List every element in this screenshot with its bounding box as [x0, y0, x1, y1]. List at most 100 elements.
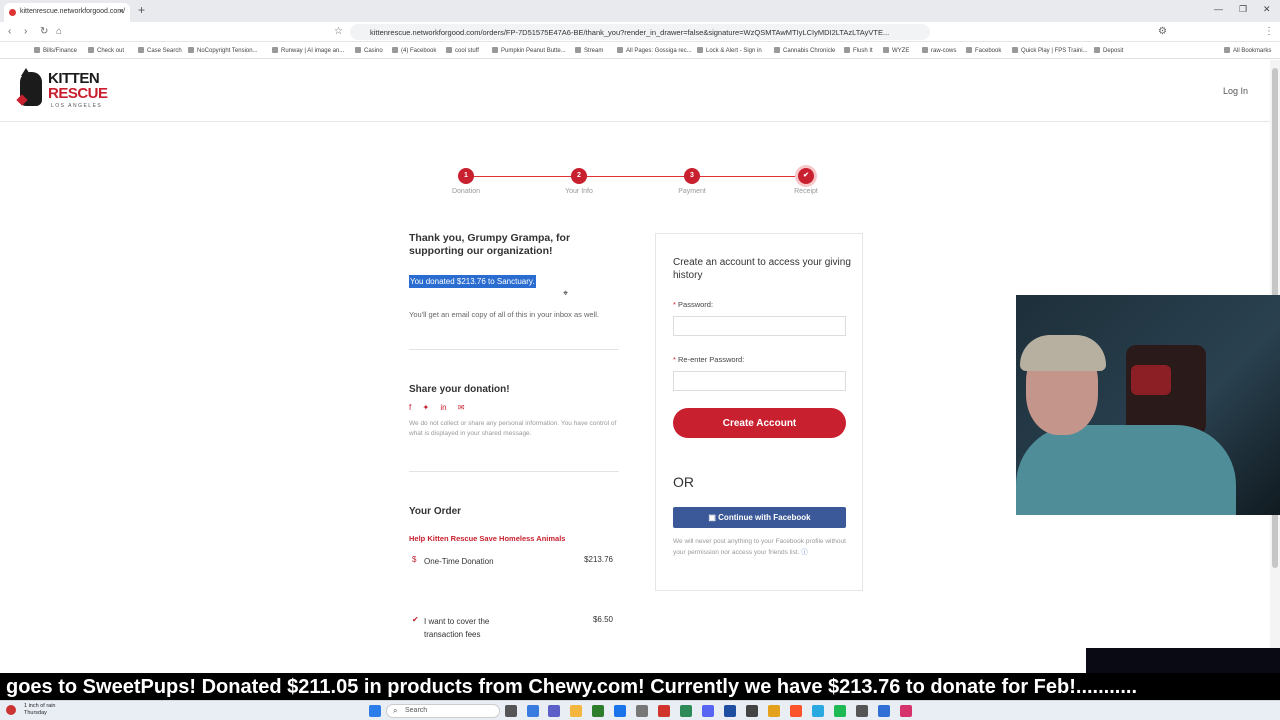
- facebook-note-text: We will never post anything to your Face…: [673, 538, 846, 556]
- bookmark-item[interactable]: NoCopyright Tension...: [188, 47, 258, 54]
- discord-icon[interactable]: [702, 705, 714, 717]
- divider: [409, 349, 619, 350]
- bookmark-item[interactable]: Lock & Alert - Sign in: [697, 47, 762, 54]
- vpn-icon[interactable]: [724, 705, 736, 717]
- chrome-icon[interactable]: [768, 705, 780, 717]
- opera-icon[interactable]: [658, 705, 670, 717]
- bookmark-item[interactable]: All Pages: Gossiga rec...: [617, 47, 692, 54]
- dollar-icon: $: [412, 555, 417, 564]
- browser-tab-bar: kittenrescue.networkforgood.com/ × + — ❐…: [0, 0, 1280, 22]
- file-explorer-icon[interactable]: [570, 705, 582, 717]
- line-item-amount: $6.50: [592, 615, 613, 624]
- bookmark-star-icon[interactable]: ☆: [334, 26, 343, 37]
- app-icon[interactable]: [812, 705, 824, 717]
- bookmark-item[interactable]: Flush It: [844, 47, 873, 54]
- password-field[interactable]: [673, 316, 846, 336]
- reload-icon[interactable]: ↻: [40, 26, 48, 37]
- linkedin-icon[interactable]: in: [440, 403, 446, 412]
- share-privacy-note: We do not collect or share any personal …: [409, 420, 617, 437]
- bookmark-item[interactable]: Stream: [575, 47, 603, 54]
- close-window-icon[interactable]: ✕: [1263, 4, 1271, 15]
- order-line-item: ✔ I want to cover the transaction fees $…: [409, 615, 619, 639]
- share-icons: f ✦ in ✉: [409, 403, 619, 412]
- calculator-icon[interactable]: [746, 705, 758, 717]
- url-input[interactable]: kittenrescue.networkforgood.com/orders/F…: [350, 24, 930, 40]
- step-label: Payment: [678, 188, 706, 195]
- task-view-icon[interactable]: [505, 705, 517, 717]
- settings-icon[interactable]: [636, 705, 648, 717]
- kitten-rescue-logo[interactable]: KITTEN RESCUE LOS ANGELES: [16, 68, 108, 112]
- order-heading: Your Order: [409, 506, 462, 517]
- checkout-steps: 1 Donation 2 Your Info 3 Payment ✔ Recei…: [440, 168, 840, 204]
- step-receipt: ✔ Receipt: [776, 168, 836, 195]
- webcam-person-cap: [1020, 335, 1106, 371]
- forward-icon[interactable]: ›: [24, 26, 27, 37]
- reenter-password-field[interactable]: [673, 371, 846, 391]
- menu-icon[interactable]: ⋮: [1264, 26, 1274, 37]
- facebook-icon[interactable]: f: [409, 403, 411, 412]
- continue-with-facebook-button[interactable]: ▣ Continue with Facebook: [673, 507, 846, 528]
- start-icon[interactable]: [369, 705, 381, 717]
- webcam-overlay: [1016, 295, 1280, 515]
- mouse-cursor-icon: ⌖: [563, 288, 569, 298]
- new-tab-icon[interactable]: +: [138, 3, 145, 17]
- logo-text-line2: RESCUE: [48, 85, 108, 102]
- app-icon[interactable]: [856, 705, 868, 717]
- bookmark-item[interactable]: Deposit: [1094, 47, 1123, 54]
- sheets-icon[interactable]: [680, 705, 692, 717]
- bookmark-item[interactable]: Facebook: [966, 47, 1001, 54]
- twitter-icon[interactable]: ✦: [422, 403, 429, 412]
- weather-line1: 1 inch of rain: [24, 703, 56, 709]
- facebook-privacy-note: We will never post anything to your Face…: [673, 537, 848, 558]
- taskbar-search[interactable]: ⌕ Search: [386, 704, 500, 718]
- minimize-icon[interactable]: —: [1214, 4, 1223, 14]
- stream-ticker: goes to SweetPups! Donated $211.05 in pr…: [0, 673, 1280, 700]
- teams-icon[interactable]: [548, 705, 560, 717]
- bookmark-item[interactable]: (4) Facebook: [392, 47, 436, 54]
- bookmark-item[interactable]: Bills/Finance: [34, 47, 77, 54]
- copilot-icon[interactable]: [527, 705, 539, 717]
- restore-icon[interactable]: ❐: [1239, 4, 1247, 15]
- bookmark-item[interactable]: Check out: [88, 47, 124, 54]
- app-icon[interactable]: [592, 705, 604, 717]
- extensions-icon[interactable]: ⚙: [1158, 26, 1167, 37]
- donation-summary: You donated $213.76 to Sanctuary.: [409, 275, 536, 288]
- logo-text-line3: LOS ANGELES: [51, 103, 103, 109]
- notes-icon[interactable]: [878, 705, 890, 717]
- back-icon[interactable]: ‹: [8, 26, 11, 37]
- line-item-amount: $213.76: [584, 555, 613, 564]
- site-header: KITTEN RESCUE LOS ANGELES Log In: [0, 60, 1270, 122]
- login-link[interactable]: Log In: [1223, 86, 1248, 96]
- mail-icon[interactable]: [614, 705, 626, 717]
- checkmark-icon: ✔: [798, 168, 814, 184]
- bookmark-item[interactable]: Cannabis Chronicle: [774, 47, 835, 54]
- all-bookmarks-button[interactable]: All Bookmarks: [1224, 47, 1271, 54]
- bookmark-item[interactable]: Pumpkin Peanut Butte...: [492, 47, 566, 54]
- email-icon[interactable]: ✉: [458, 403, 465, 412]
- bookmark-item[interactable]: Runway | AI image an...: [272, 47, 344, 54]
- line-item-name: One-Time Donation: [424, 557, 494, 566]
- browser-tab[interactable]: kittenrescue.networkforgood.com/ ×: [4, 3, 130, 22]
- close-tab-icon[interactable]: ×: [119, 6, 124, 16]
- bookmark-item[interactable]: raw-cows: [922, 47, 956, 54]
- bookmark-item[interactable]: WYZE: [883, 47, 909, 54]
- thank-you-heading: Thank you, Grumpy Grampa, for supporting…: [409, 232, 571, 257]
- home-icon[interactable]: ⌂: [56, 26, 62, 37]
- weather-icon[interactable]: [6, 705, 16, 715]
- facebook-button-label: Continue with Facebook: [718, 513, 811, 522]
- help-icon[interactable]: ⓘ: [801, 549, 808, 556]
- or-divider: OR: [673, 474, 694, 490]
- map-pin-icon[interactable]: [900, 705, 912, 717]
- bookmark-item[interactable]: cool stuff: [446, 47, 479, 54]
- bookmark-item[interactable]: Casino: [355, 47, 383, 54]
- bookmark-item[interactable]: Case Search: [138, 47, 182, 54]
- order-campaign: Help Kitten Rescue Save Homeless Animals: [409, 534, 566, 543]
- bookmark-item[interactable]: Quick Play | FPS Traini...: [1012, 47, 1088, 54]
- step-label: Your Info: [565, 188, 593, 195]
- bookmarks-bar: Bills/Finance Check out Case Search NoCopyr…: [0, 42, 1280, 59]
- spotify-icon[interactable]: [834, 705, 846, 717]
- brave-icon[interactable]: [790, 705, 802, 717]
- create-account-button[interactable]: Create Account: [673, 408, 846, 438]
- step-number: 2: [571, 168, 587, 184]
- weather-widget[interactable]: 1 inch of rain Thursday: [24, 703, 56, 717]
